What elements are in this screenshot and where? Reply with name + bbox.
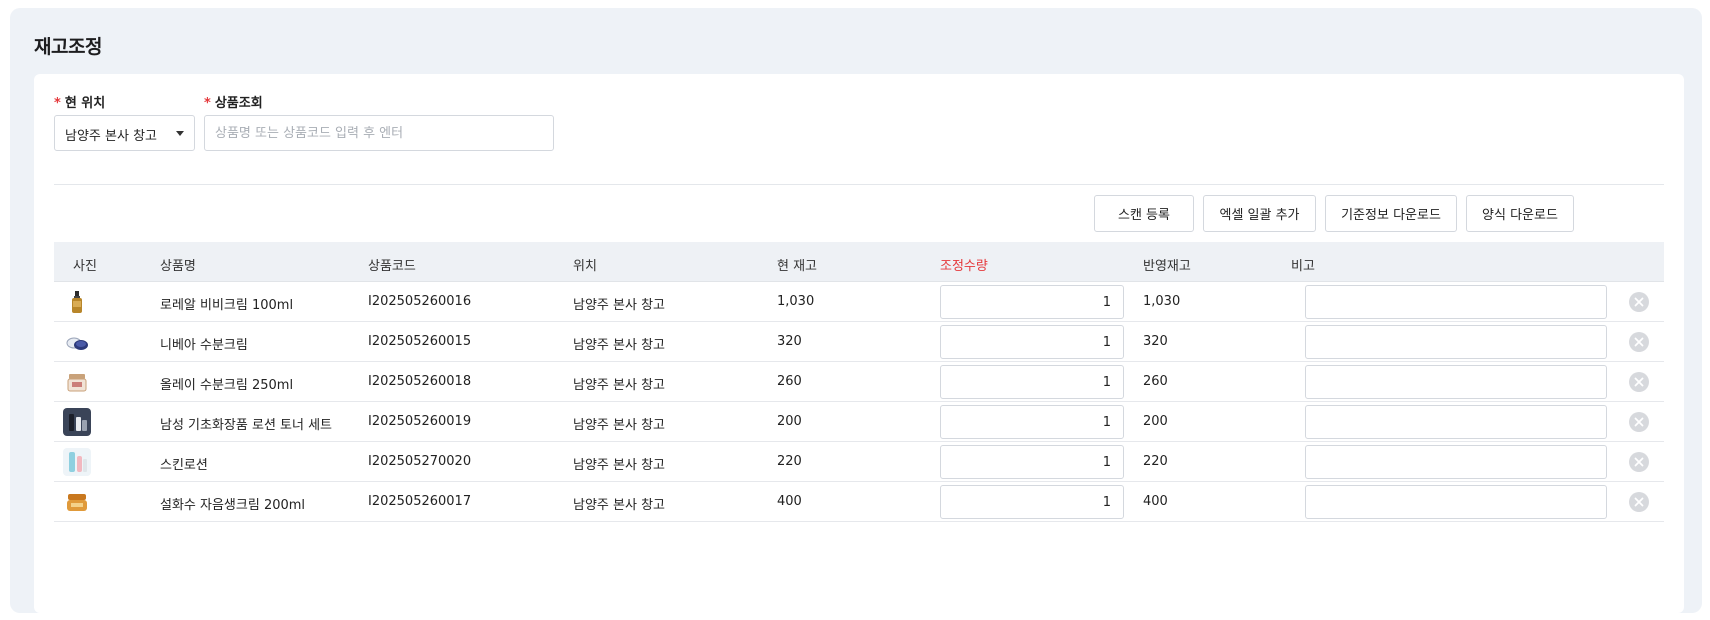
adjust-qty-input[interactable] (940, 285, 1124, 319)
required-mark: * (54, 96, 61, 111)
header-current-stock: 현 재고 (777, 259, 818, 274)
gold-cream-jar-icon (67, 494, 87, 511)
note-input[interactable] (1305, 445, 1607, 479)
adjust-qty-input[interactable] (940, 445, 1124, 479)
table-row: 설화수 자음생크림 200ml I202505260017 남양주 본사 창고 … (54, 482, 1664, 522)
table-row: 로레알 비비크림 100ml I202505260016 남양주 본사 창고 1… (54, 282, 1664, 322)
master-data-download-button[interactable]: 기준정보 다운로드 (1325, 195, 1457, 232)
note-input[interactable] (1305, 285, 1607, 319)
adjust-qty-input[interactable] (940, 405, 1124, 439)
product-search-input[interactable] (204, 115, 554, 151)
product-name: 설화수 자음생크림 200ml (160, 498, 306, 513)
adjust-qty-input[interactable] (940, 365, 1124, 399)
lotion-bottles-icon (63, 448, 91, 476)
header-code: 상품코드 (368, 259, 416, 274)
table-row: 올레이 수분크림 250ml I202505260018 남양주 본사 창고 2… (54, 362, 1664, 402)
header-adjust-qty: 조정수량 (940, 259, 988, 274)
page-container: 재고조정 *현 위치 남양주 본사 창고 *상품조회 스캔 등록 엑셀 일괄 추… (10, 8, 1702, 613)
product-location: 남양주 본사 창고 (573, 418, 665, 433)
current-stock: 320 (777, 334, 802, 349)
adjust-qty-input[interactable] (940, 485, 1124, 519)
remove-row-icon[interactable] (1628, 291, 1650, 313)
header-reflected-stock: 반영재고 (1143, 259, 1191, 274)
product-code: I202505260019 (368, 414, 472, 429)
table-header: 사진 상품명 상품코드 위치 현 재고 조정수량 반영재고 비고 (54, 242, 1664, 282)
location-select[interactable]: 남양주 본사 창고 (54, 115, 195, 151)
location-label: 현 위치 (64, 96, 106, 111)
table-row: 남성 기초화장품 로션 토너 세트 I202505260019 남양주 본사 창… (54, 402, 1664, 442)
reflected-stock: 260 (1143, 374, 1168, 389)
serum-bottle-icon (72, 291, 82, 313)
scan-register-button[interactable]: 스캔 등록 (1094, 195, 1194, 232)
note-input[interactable] (1305, 485, 1607, 519)
note-input[interactable] (1305, 405, 1607, 439)
reflected-stock: 220 (1143, 454, 1168, 469)
location-label-group: * 현 위치 (54, 92, 105, 111)
chevron-down-icon (176, 131, 184, 136)
header-name: 상품명 (160, 259, 196, 274)
remove-row-icon[interactable] (1628, 331, 1650, 353)
cream-jar-icon (67, 374, 87, 392)
reflected-stock: 1,030 (1143, 294, 1181, 309)
table-row: 스킨로션 I202505270020 남양주 본사 창고 220 220 (54, 442, 1664, 482)
product-name: 올레이 수분크림 250ml (160, 378, 294, 393)
header-photo: 사진 (73, 259, 97, 274)
product-name: 남성 기초화장품 로션 토너 세트 (160, 418, 333, 433)
header-location: 위치 (573, 259, 597, 274)
note-input[interactable] (1305, 325, 1607, 359)
template-download-button[interactable]: 양식 다운로드 (1466, 195, 1574, 232)
product-code: I202505260016 (368, 294, 472, 309)
current-stock: 200 (777, 414, 802, 429)
product-code: I202505260017 (368, 494, 472, 509)
product-name: 로레알 비비크림 100ml (160, 298, 294, 313)
product-name: 스킨로션 (160, 458, 208, 473)
current-stock: 260 (777, 374, 802, 389)
excel-bulk-add-button[interactable]: 엑셀 일괄 추가 (1203, 195, 1316, 232)
adjust-qty-input[interactable] (940, 325, 1124, 359)
product-code: I202505260018 (368, 374, 472, 389)
adjustment-card: *현 위치 남양주 본사 창고 *상품조회 스캔 등록 엑셀 일괄 추가 기준정… (34, 74, 1684, 613)
page-title: 재고조정 (34, 36, 102, 58)
product-code: I202505270020 (368, 454, 472, 469)
current-stock: 220 (777, 454, 802, 469)
remove-row-icon[interactable] (1628, 491, 1650, 513)
product-location: 남양주 본사 창고 (573, 458, 665, 473)
product-location: 남양주 본사 창고 (573, 298, 665, 313)
product-name: 니베아 수분크림 (160, 338, 248, 353)
table-row: 니베아 수분크림 I202505260015 남양주 본사 창고 320 320 (54, 322, 1664, 362)
reflected-stock: 400 (1143, 494, 1168, 509)
reflected-stock: 200 (1143, 414, 1168, 429)
product-search-label: 상품조회 (214, 96, 263, 111)
required-mark: * (204, 96, 211, 111)
product-code: I202505260015 (368, 334, 472, 349)
remove-row-icon[interactable] (1628, 371, 1650, 393)
current-stock: 400 (777, 494, 802, 509)
cream-tin-icon (66, 337, 88, 350)
skincare-set-icon (63, 408, 91, 436)
location-select-value: 남양주 본사 창고 (65, 129, 157, 144)
product-search-label-group: * 상품조회 (204, 92, 263, 111)
header-note: 비고 (1291, 259, 1315, 274)
remove-row-icon[interactable] (1628, 411, 1650, 433)
product-location: 남양주 본사 창고 (573, 498, 665, 513)
reflected-stock: 320 (1143, 334, 1168, 349)
product-location: 남양주 본사 창고 (573, 378, 665, 393)
note-input[interactable] (1305, 365, 1607, 399)
product-location: 남양주 본사 창고 (573, 338, 665, 353)
remove-row-icon[interactable] (1628, 451, 1650, 473)
current-stock: 1,030 (777, 294, 815, 309)
divider (54, 184, 1664, 185)
